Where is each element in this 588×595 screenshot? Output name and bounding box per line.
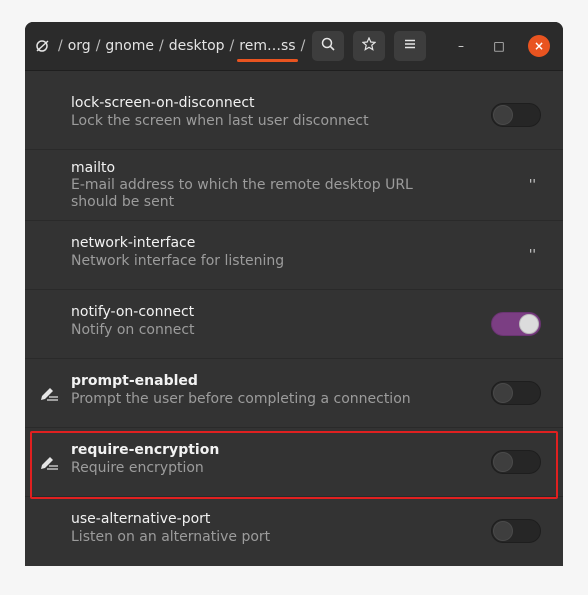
key-description: Network interface for listening: [71, 253, 285, 269]
maximize-button[interactable]: □: [488, 35, 510, 57]
key-value: '': [528, 177, 536, 193]
minimize-icon: –: [458, 39, 464, 53]
path-segment-org[interactable]: org: [68, 38, 91, 54]
toggle-switch-off[interactable]: [491, 519, 541, 543]
toggle-switch-on[interactable]: [491, 312, 541, 336]
toggle-knob: [493, 521, 513, 541]
toggle-switch-off[interactable]: [491, 381, 541, 405]
key-name: lock-screen-on-disconnect: [71, 95, 255, 111]
bookmarks-button[interactable]: [353, 31, 385, 61]
path-separator: /: [58, 38, 63, 54]
maximize-icon: □: [493, 39, 505, 53]
toggle-knob: [493, 105, 513, 125]
hamburger-menu-icon: [403, 37, 417, 55]
close-button[interactable]: ×: [528, 35, 550, 57]
key-description: Lock the screen when last user disconnec…: [71, 113, 369, 129]
path-separator: /: [95, 38, 101, 54]
key-name: mailto: [71, 160, 116, 176]
key-description: Notify on connect: [71, 322, 195, 338]
path-segment-gnome[interactable]: gnome: [105, 38, 154, 54]
key-name: use-alternative-port: [71, 511, 211, 527]
selection-highlight-box: [30, 431, 558, 499]
key-description: Prompt the user before completing a conn…: [71, 391, 411, 407]
key-row-network-interface[interactable]: network-interface Network interface for …: [25, 221, 563, 290]
toggle-knob: [493, 383, 513, 403]
root-path-icon[interactable]: [35, 38, 51, 54]
key-row-prompt-enabled[interactable]: prompt-enabled Prompt the user before co…: [25, 359, 563, 428]
path-segment-current[interactable]: rem…ss: [237, 38, 298, 62]
key-value: '': [528, 247, 536, 263]
key-row-lock-screen-on-disconnect[interactable]: lock-screen-on-disconnect Lock the scree…: [25, 81, 563, 150]
path-separator: /: [158, 38, 164, 54]
toggle-switch-off[interactable]: [491, 103, 541, 127]
path-segment-desktop[interactable]: desktop: [169, 38, 225, 54]
path-separator: /: [300, 38, 306, 54]
search-button[interactable]: [312, 31, 344, 61]
key-name: prompt-enabled: [71, 373, 198, 389]
minimize-button[interactable]: –: [450, 35, 472, 57]
path-separator: /: [229, 38, 235, 54]
key-row-notify-on-connect[interactable]: notify-on-connect Notify on connect: [25, 290, 563, 359]
key-name: network-interface: [71, 235, 196, 251]
key-name: notify-on-connect: [71, 304, 195, 320]
breadcrumb: / org / gnome / desktop / rem…ss /: [35, 22, 310, 70]
toggle-knob: [519, 314, 539, 334]
list-scroll-spacer: [25, 71, 563, 81]
key-row-use-alternative-port[interactable]: use-alternative-port Listen on an altern…: [25, 497, 563, 565]
key-description: Listen on an alternative port: [71, 529, 271, 545]
header-bar: / org / gnome / desktop / rem…ss / – □ ×: [25, 22, 563, 71]
main-menu-button[interactable]: [394, 31, 426, 61]
search-icon: [321, 37, 335, 55]
close-icon: ×: [533, 39, 545, 53]
star-icon: [361, 36, 377, 55]
modified-pencil-icon: [39, 384, 59, 402]
key-row-mailto[interactable]: mailto E-mail address to which the remot…: [25, 150, 563, 221]
key-description: E-mail address to which the remote deskt…: [71, 177, 413, 210]
